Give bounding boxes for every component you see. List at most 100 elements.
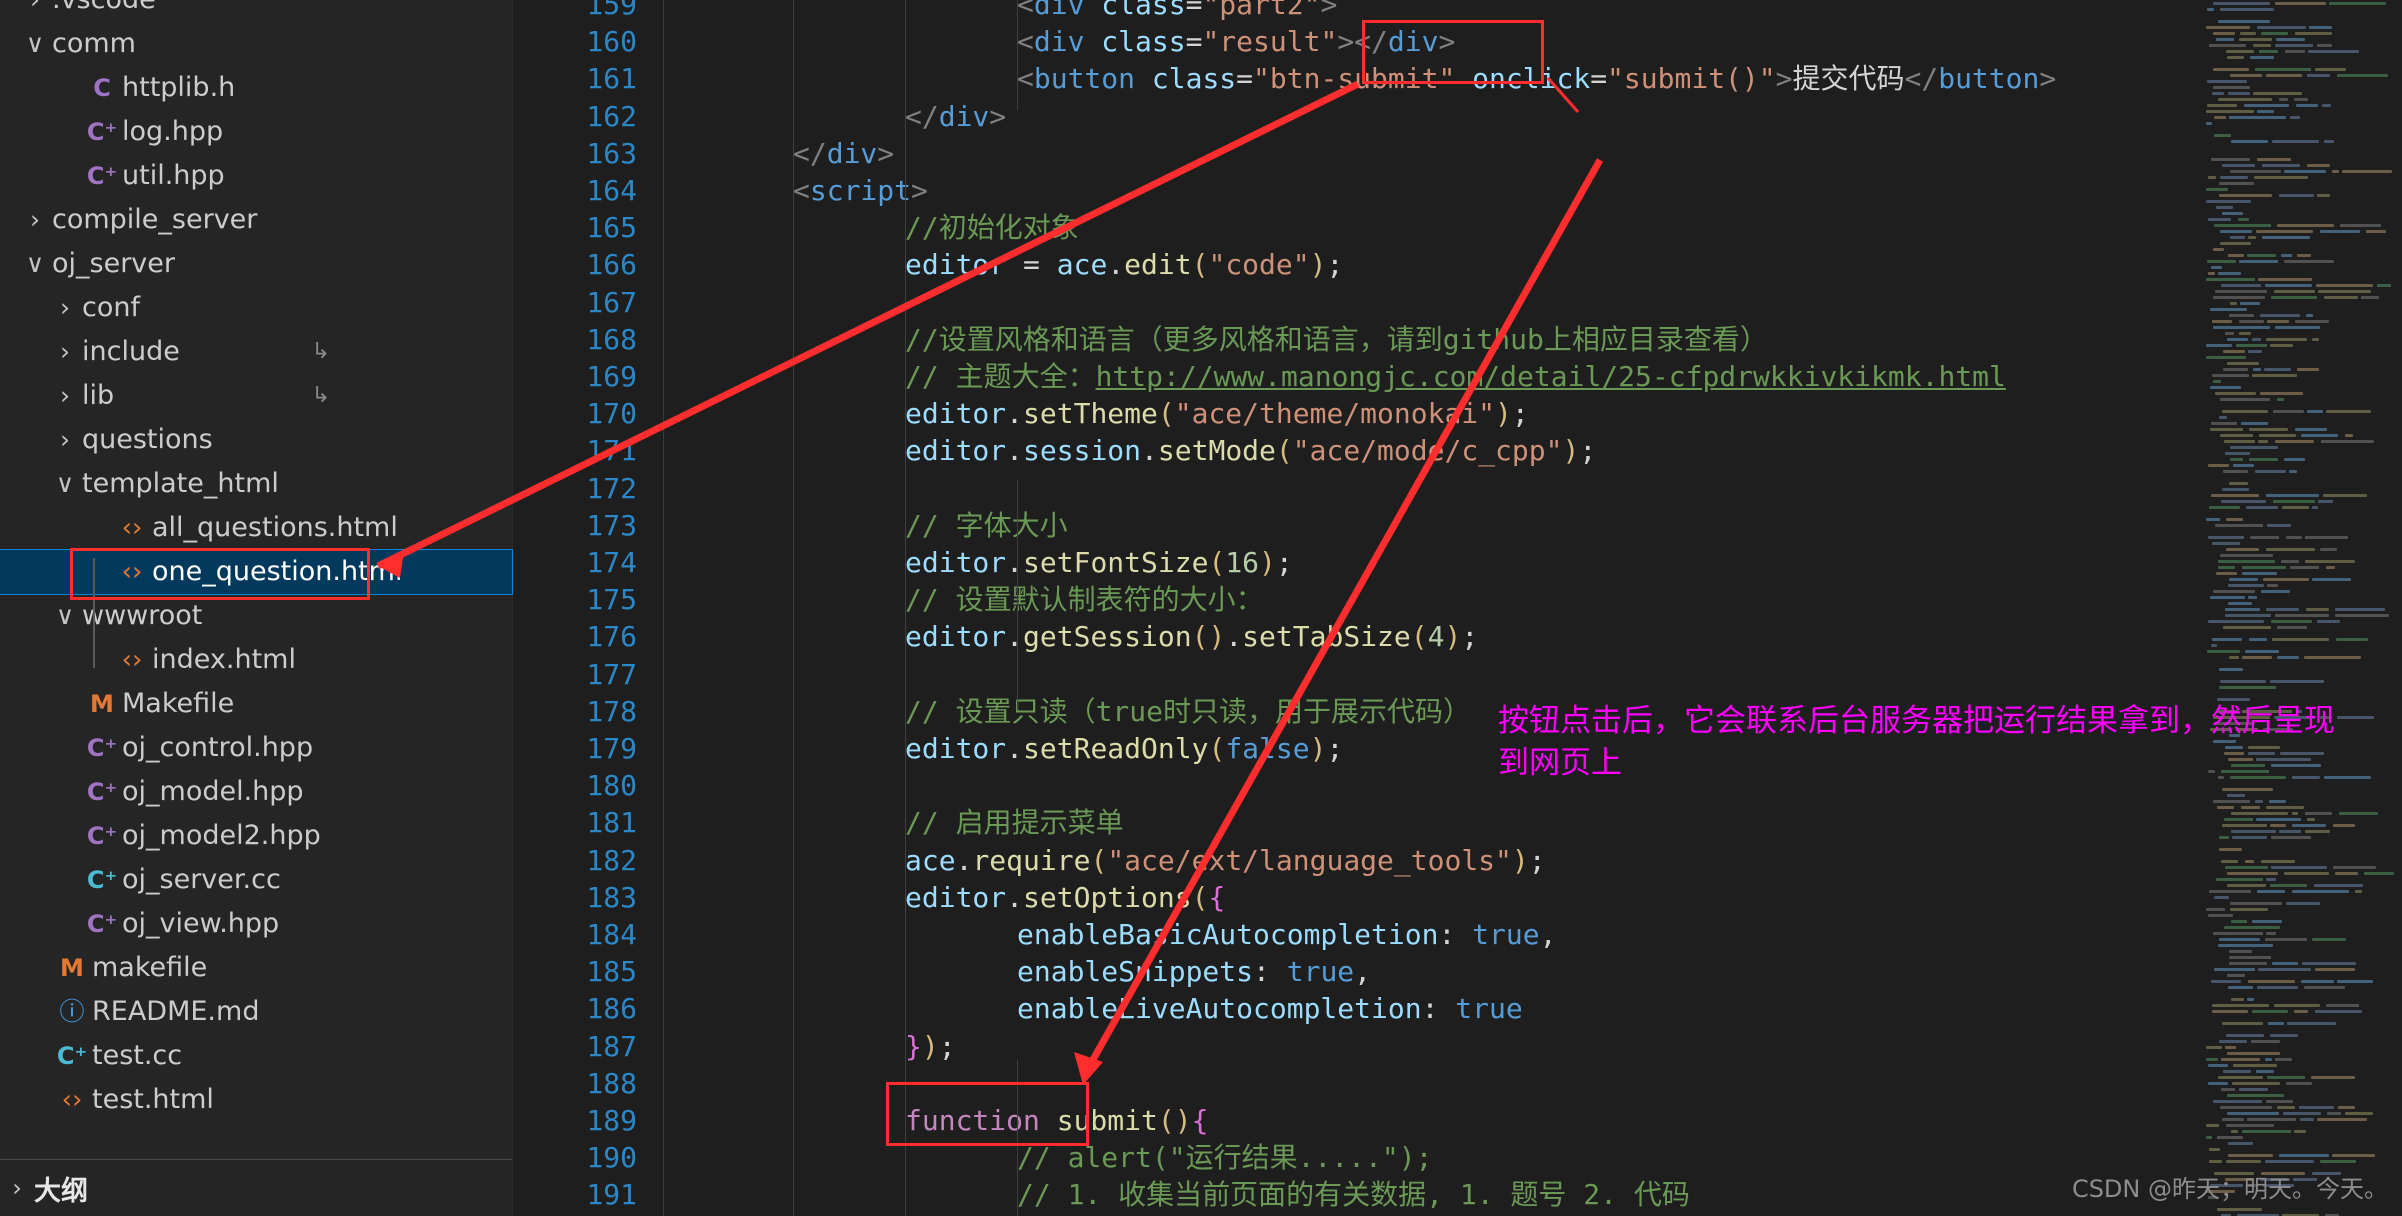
minimap-line: [2224, 818, 2253, 821]
outline-panel-header[interactable]: › 大纲: [0, 1159, 512, 1216]
code-line[interactable]: editor.getSession().setTabSize(4);: [905, 618, 1478, 655]
minimap-line: [2246, 506, 2278, 509]
code-token: setReadOnly: [1023, 732, 1209, 765]
minimap-line: [2225, 1046, 2236, 1049]
file-tree-item[interactable]: ∨ oj_server: [0, 242, 512, 286]
minimap-line: [2206, 110, 2254, 113]
file-tree-item[interactable]: Mmakefile: [0, 946, 512, 990]
file-tree-item[interactable]: M Makefile: [0, 682, 512, 726]
annotation-note: 按钮点击后，它会联系后台服务器把运行结果拿到，然后呈现 到网页上: [1498, 703, 2335, 781]
chevron-down-icon[interactable]: ∨: [18, 22, 52, 66]
chevron-right-icon[interactable]: ›: [18, 0, 52, 22]
file-tree-item[interactable]: ‹› test.html: [0, 1078, 512, 1122]
file-tree-item[interactable]: › lib ↳: [0, 374, 512, 418]
minimap-line: [2266, 608, 2299, 611]
minimap-line: [2262, 164, 2300, 167]
code-line[interactable]: editor = ace.edit("code");: [905, 246, 1343, 283]
minimap[interactable]: [2202, 0, 2402, 1216]
code-editor[interactable]: 159 160 161 162 163 164 165 166 167 168 169 170 171 1…: [513, 0, 2402, 1216]
chevron-right-icon[interactable]: ›: [48, 374, 82, 418]
minimap-line: [2206, 278, 2255, 281]
minimap-line: [2213, 296, 2265, 299]
chevron-right-icon[interactable]: ›: [48, 330, 82, 374]
file-tree-item[interactable]: C⁺ oj_model2.hpp: [0, 814, 512, 858]
file-tree-item[interactable]: ⓘ README.md: [0, 990, 512, 1034]
file-tree-item[interactable]: C⁺ oj_view.hpp: [0, 902, 512, 946]
line-number: 180: [586, 769, 637, 803]
minimap-line: [2216, 572, 2237, 575]
code-line[interactable]: // 1. 收集当前页面的有关数据, 1. 题号 2. 代码: [1017, 1176, 1690, 1213]
code-line[interactable]: editor.setTheme("ace/theme/monokai");: [905, 395, 1529, 432]
file-tree-item-label: log.hpp: [122, 116, 224, 147]
minimap-line: [2326, 410, 2371, 413]
chevron-right-icon[interactable]: ›: [18, 198, 52, 242]
minimap-line: [2239, 260, 2278, 263]
file-tree-item[interactable]: ‹› all_questions.html: [0, 506, 512, 550]
minimap-line: [2227, 1094, 2284, 1097]
file-tree-item[interactable]: ∨ template_html: [0, 462, 512, 506]
minimap-line: [2267, 1076, 2305, 1079]
file-tree-item[interactable]: C⁺ util.hpp: [0, 154, 512, 198]
file-tree-item[interactable]: › include ↳: [0, 330, 512, 374]
code-line[interactable]: <script>: [793, 172, 928, 209]
minimap-line: [2253, 368, 2261, 371]
chevron-right-icon[interactable]: ›: [48, 286, 82, 330]
code-line[interactable]: //设置风格和语言（更多风格和语言，请到github上相应目录查看）: [905, 321, 1768, 358]
file-tree-item[interactable]: C⁺ test.cc: [0, 1034, 512, 1078]
line-number: 179: [586, 732, 637, 765]
cpp-file-icon: C⁺: [86, 910, 118, 938]
minimap-line: [2206, 356, 2246, 359]
code-line[interactable]: enableBasicAutocompletion: true,: [1017, 916, 1556, 953]
code-line[interactable]: // 主题大全：http://www.manongjc.com/detail/2…: [905, 358, 2006, 395]
file-tree-item[interactable]: C⁺ log.hpp: [0, 110, 512, 154]
code-token: ): [1444, 620, 1462, 654]
code-line[interactable]: editor.setFontSize(16);: [905, 544, 1293, 581]
html-file-icon: ‹›: [121, 513, 143, 543]
file-tree-item[interactable]: C⁺ oj_control.hpp: [0, 726, 512, 770]
minimap-line: [2206, 1058, 2218, 1061]
code-line[interactable]: // 启用提示菜单: [905, 804, 1124, 841]
minimap-line: [2223, 350, 2245, 353]
file-tree-item[interactable]: Chttplib.h: [0, 66, 512, 110]
chevron-right-icon[interactable]: ›: [48, 418, 82, 462]
code-line[interactable]: enableLiveAutocompletion: true: [1017, 990, 1523, 1027]
minimap-line: [2272, 638, 2329, 641]
minimap-line: [2229, 656, 2239, 659]
code-line[interactable]: // 设置只读（true时只读，用于展示代码）: [905, 693, 1471, 730]
file-tree-item[interactable]: C⁺ oj_server.cc: [0, 858, 512, 902]
code-line[interactable]: // 设置默认制表符的大小：: [905, 581, 1264, 618]
code-line[interactable]: ace.require("ace/ext/language_tools");: [905, 842, 1546, 879]
line-number: 175: [586, 583, 637, 617]
file-tree-item[interactable]: › questions: [0, 418, 512, 462]
chevron-down-icon[interactable]: ∨: [48, 594, 82, 638]
file-tree-item[interactable]: ∨ comm: [0, 22, 512, 66]
code-content[interactable]: <div class="part2"> <div class="result"><…: [681, 0, 2402, 1216]
code-line[interactable]: //初始化对象: [905, 209, 1079, 246]
file-tree-item[interactable]: ∨ wwwroot: [0, 594, 512, 638]
chevron-down-icon[interactable]: ∨: [48, 462, 82, 506]
code-line[interactable]: editor.setReadOnly(false);: [905, 730, 1343, 767]
minimap-line: [2253, 44, 2271, 47]
code-line[interactable]: </div>: [905, 98, 1006, 135]
minimap-line: [2208, 1082, 2228, 1085]
minimap-line: [2213, 800, 2250, 803]
minimap-line: [2321, 440, 2374, 443]
chevron-down-icon[interactable]: ∨: [18, 242, 52, 286]
file-tree-item[interactable]: ‹› index.html: [0, 638, 512, 682]
code-line[interactable]: <div class="part2">: [1017, 0, 1337, 23]
file-tree-item[interactable]: C⁺ oj_model.hpp: [0, 770, 512, 814]
file-tree-item[interactable]: ›.vscode: [0, 0, 512, 22]
code-line[interactable]: </div>: [793, 135, 894, 172]
code-token: // 启用提示菜单: [905, 806, 1124, 840]
file-tree-item[interactable]: › conf: [0, 286, 512, 330]
code-line[interactable]: editor.setOptions({: [905, 879, 1225, 916]
minimap-line: [2222, 488, 2249, 491]
cpp-file-icon: C⁺: [86, 162, 118, 190]
code-line[interactable]: });: [905, 1028, 956, 1065]
code-line[interactable]: enableSnippets: true,: [1017, 953, 1371, 990]
indent-guide: [1017, 480, 1018, 710]
file-tree-item[interactable]: › compile_server: [0, 198, 512, 242]
code-line[interactable]: // 字体大小: [905, 507, 1068, 544]
code-line[interactable]: editor.session.setMode("ace/mode/c_cpp")…: [905, 432, 1596, 469]
code-token: div: [1033, 25, 1085, 59]
